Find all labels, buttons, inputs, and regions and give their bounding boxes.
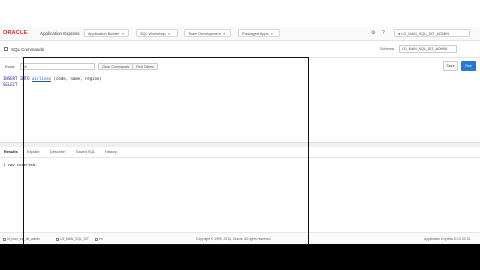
user-menu[interactable]: ● LD_MAN_SQL_DIT_ADMIN bbox=[394, 29, 470, 37]
tab-saved-sql[interactable]: Saved SQL bbox=[76, 150, 95, 154]
footer-user-label: ld_man_sql_dit_admin bbox=[7, 237, 40, 241]
schema-select[interactable]: LD_MAN_SQL_DIT_ADMIN bbox=[399, 45, 457, 53]
footer-language[interactable]: en bbox=[95, 237, 103, 241]
sql-commands-icon bbox=[4, 47, 8, 51]
footer-language-label: en bbox=[99, 237, 103, 241]
tab-packaged-apps[interactable]: Packaged Apps ▼ bbox=[238, 29, 280, 37]
footer-schema-label: LD_MAN_SQL_DIT bbox=[60, 237, 89, 241]
code-line: INSERT INTO airlines (code, name, region… bbox=[3, 76, 102, 81]
save-button[interactable]: Save bbox=[443, 61, 458, 71]
tab-label: Packaged Apps bbox=[242, 32, 269, 36]
chevron-down-icon: ▼ bbox=[270, 32, 274, 36]
globe-icon bbox=[95, 237, 98, 241]
tab-label: Application Builder bbox=[88, 32, 120, 36]
sql-editor[interactable]: INSERT INTO airlines (code, name, region… bbox=[0, 74, 480, 144]
tab-describe[interactable]: Describe bbox=[50, 150, 65, 154]
clear-commands-button[interactable]: Clear Commands bbox=[98, 63, 134, 70]
tab-explain[interactable]: Explain bbox=[27, 150, 39, 154]
apex-window: ORACLE Application Express Application B… bbox=[0, 0, 480, 244]
chevron-down-icon: ▼ bbox=[167, 32, 171, 36]
app-name: Application Express bbox=[40, 30, 80, 36]
rows-value: 10 bbox=[23, 65, 27, 69]
tab-history[interactable]: History bbox=[105, 150, 117, 154]
footer-user: ld_man_sql_dit_admin bbox=[3, 237, 40, 241]
find-tables-button[interactable]: Find Tables bbox=[132, 63, 158, 70]
tab-results[interactable]: Results bbox=[4, 150, 18, 154]
code-identifier: airlines bbox=[31, 76, 52, 81]
database-icon bbox=[56, 237, 59, 241]
result-tabs: Results Explain Describe Saved SQL Histo… bbox=[0, 147, 480, 158]
tab-application-builder[interactable]: Application Builder ▼ bbox=[84, 29, 129, 37]
admin-icon[interactable]: ⚙ bbox=[371, 29, 375, 37]
page-title: SQL Commands bbox=[11, 47, 45, 52]
user-icon bbox=[3, 237, 6, 241]
tab-team-development[interactable]: Team Development ▼ bbox=[184, 29, 231, 37]
oracle-logo: ORACLE bbox=[3, 30, 28, 36]
command-toolbar: Rows 10 Clear Commands Find Tables bbox=[0, 60, 480, 74]
code-line: SELECT bbox=[3, 82, 17, 87]
top-navigation-bar: ORACLE Application Express Application B… bbox=[0, 27, 480, 41]
rows-label: Rows bbox=[5, 65, 15, 69]
schema-label: Schema bbox=[380, 47, 394, 51]
chevron-down-icon: ▼ bbox=[121, 32, 125, 36]
tab-label: SQL Workshop bbox=[140, 32, 166, 36]
page-header: SQL Commands Schema LD_MAN_SQL_DIT_ADMIN bbox=[0, 41, 480, 58]
user-name: LD_MAN_SQL_DIT_ADMIN bbox=[401, 32, 450, 36]
code-keyword: INSERT INTO bbox=[3, 76, 32, 81]
footer: ld_man_sql_dit_admin LD_MAN_SQL_DIT en C… bbox=[0, 232, 480, 244]
chevron-down-icon: ▼ bbox=[222, 32, 226, 36]
tab-sql-workshop[interactable]: SQL Workshop ▼ bbox=[136, 29, 178, 37]
schema-value: LD_MAN_SQL_DIT_ADMIN bbox=[402, 47, 448, 51]
copyright-text: Copyright © 1999, 2015, Oracle. All righ… bbox=[196, 237, 272, 241]
tab-label: Team Development bbox=[188, 32, 221, 36]
help-icon[interactable]: ? bbox=[382, 29, 385, 37]
run-button[interactable]: Run bbox=[461, 61, 476, 71]
code-rest: (code, name, region) bbox=[51, 76, 102, 81]
footer-schema: LD_MAN_SQL_DIT bbox=[56, 237, 89, 241]
user-icon: ● bbox=[398, 32, 401, 36]
code-keyword: SELECT bbox=[3, 82, 18, 87]
version-text: Application Express 5.0.0.00.31 bbox=[424, 237, 471, 241]
result-output: 1 row inserted. bbox=[3, 162, 38, 167]
rows-select[interactable]: 10 bbox=[20, 63, 95, 70]
